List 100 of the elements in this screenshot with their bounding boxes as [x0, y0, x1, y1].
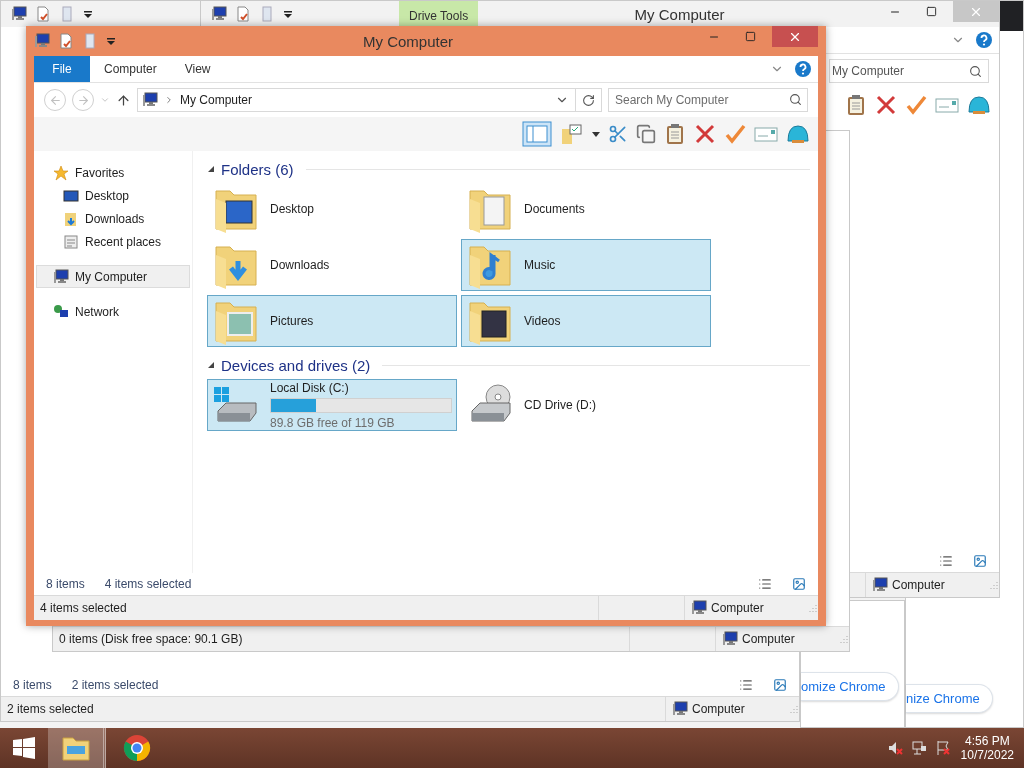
search-field[interactable]: My Computer — [829, 59, 989, 83]
details-view-icon[interactable] — [739, 678, 753, 692]
resize-grip-icon — [839, 634, 849, 644]
item-tile[interactable]: Videos — [461, 295, 711, 347]
properties-icon[interactable] — [58, 33, 74, 49]
recent-places-icon — [63, 233, 79, 250]
network-icon[interactable] — [910, 740, 927, 756]
nav-item[interactable]: Network — [36, 300, 190, 323]
caret-icon — [100, 95, 110, 105]
computer-icon — [691, 600, 707, 616]
item-tile[interactable]: Music — [461, 239, 711, 291]
window-title: My Computer — [363, 32, 453, 50]
selection-count: 4 items selected — [104, 577, 192, 591]
item-name: Documents — [524, 202, 586, 216]
details-view-icon[interactable] — [758, 577, 772, 591]
properties-icon[interactable] — [235, 6, 251, 22]
clock-date: 10/7/2022 — [960, 748, 1014, 762]
clock-time: 4:56 PM — [964, 734, 1010, 748]
maximize-icon — [925, 6, 937, 17]
status-location: Computer — [742, 632, 795, 646]
resize-grip-icon — [789, 704, 799, 714]
customize-chrome-button[interactable]: omize Chrome — [801, 672, 899, 701]
select-folder-icon[interactable] — [560, 123, 584, 145]
tiles-view-icon[interactable] — [973, 554, 987, 568]
search-icon[interactable] — [789, 93, 802, 106]
address-bar[interactable]: My Computer — [137, 88, 602, 112]
delete-icon[interactable] — [694, 123, 716, 145]
item-name: Pictures — [270, 314, 315, 328]
forward-arrow-icon — [76, 93, 90, 107]
status-location: Computer — [692, 702, 745, 716]
computer-icon — [672, 701, 688, 717]
shell-icon[interactable] — [967, 94, 991, 116]
item-count: 8 items — [13, 678, 52, 692]
drive-tools-tab[interactable]: Drive Tools — [399, 1, 479, 27]
folder-icon — [60, 734, 91, 762]
item-name: Downloads — [270, 258, 331, 272]
item-name: Local Disk (C:) — [270, 380, 350, 395]
item-name: CD Drive (D:) — [524, 398, 597, 412]
paste-icon[interactable] — [845, 94, 867, 116]
item-tile[interactable]: Downloads — [207, 239, 457, 291]
help-icon[interactable] — [794, 60, 812, 78]
computer-icon — [142, 92, 158, 108]
item-name: Videos — [524, 314, 562, 328]
item-tile[interactable]: Pictures — [207, 295, 457, 347]
computer-icon — [53, 268, 69, 285]
computer-icon[interactable] — [211, 6, 227, 22]
flag-icon[interactable] — [934, 740, 951, 756]
ribbon-tab[interactable]: File — [34, 56, 90, 82]
nav-item[interactable]: Recent places — [36, 230, 190, 253]
details-view-icon[interactable] — [939, 554, 953, 568]
tiles-view-icon[interactable] — [792, 577, 806, 591]
status-location: Computer — [711, 601, 764, 615]
taskbar-app-button[interactable] — [48, 728, 106, 768]
maximize-icon — [744, 31, 756, 42]
computer-icon — [872, 577, 888, 593]
tiles-view-icon[interactable] — [773, 678, 787, 692]
item-tile[interactable]: Documents — [461, 183, 711, 235]
help-icon[interactable] — [975, 31, 993, 49]
search-icon[interactable] — [969, 64, 982, 78]
desktop-icon — [63, 187, 79, 204]
up-button[interactable] — [116, 92, 131, 108]
refresh-icon — [582, 93, 595, 107]
item-tile[interactable]: Local Disk (C:) 89.8 GB free of 119 GB — [207, 379, 457, 431]
shell-icon[interactable] — [786, 123, 810, 145]
cut-icon[interactable] — [608, 124, 628, 144]
computer-icon[interactable] — [11, 6, 27, 22]
properties-icon[interactable] — [35, 6, 51, 22]
item-tile[interactable]: CD Drive (D:) — [461, 379, 711, 431]
back-arrow-icon — [48, 93, 62, 107]
navigation-pane-icon[interactable] — [522, 121, 552, 147]
computer-icon[interactable] — [34, 33, 50, 49]
nav-item[interactable]: Desktop — [36, 184, 190, 207]
resize-grip-icon — [808, 603, 818, 613]
collapse-group-icon[interactable] — [207, 165, 215, 173]
search-field[interactable]: Search My Computer — [608, 88, 808, 112]
nav-item[interactable]: My Computer — [36, 265, 190, 288]
windows-logo-icon — [13, 737, 35, 759]
network-icon — [53, 303, 69, 320]
copy-icon[interactable] — [636, 124, 656, 144]
group-header: Devices and drives (2) — [221, 356, 371, 374]
item-name: Desktop — [270, 202, 316, 216]
free-space-text: 89.8 GB free of 119 GB — [270, 415, 396, 430]
delete-icon[interactable] — [875, 94, 897, 116]
customize-chrome-button[interactable]: nize Chrome — [906, 684, 993, 713]
item-count: 8 items — [46, 577, 85, 591]
item-tile[interactable]: Desktop — [207, 183, 457, 235]
ribbon-tab[interactable]: Computer — [90, 56, 171, 82]
status-location: Computer — [892, 578, 945, 592]
checkmark-icon[interactable] — [724, 123, 746, 145]
ribbon-tab[interactable]: View — [170, 56, 225, 82]
nav-item[interactable]: Favorites — [36, 161, 190, 184]
nav-item[interactable]: Downloads — [36, 207, 190, 230]
checkmark-icon[interactable] — [905, 94, 927, 116]
group-header: Folders (6) — [221, 160, 294, 178]
dropdown-icon[interactable] — [592, 130, 600, 138]
window-title: My Computer — [634, 5, 725, 23]
muted-speaker-icon[interactable] — [886, 740, 903, 756]
status-text: 0 items (Disk free space: 90.1 GB) — [59, 632, 243, 646]
collapse-group-icon[interactable] — [207, 361, 215, 369]
paste-icon[interactable] — [664, 123, 686, 145]
